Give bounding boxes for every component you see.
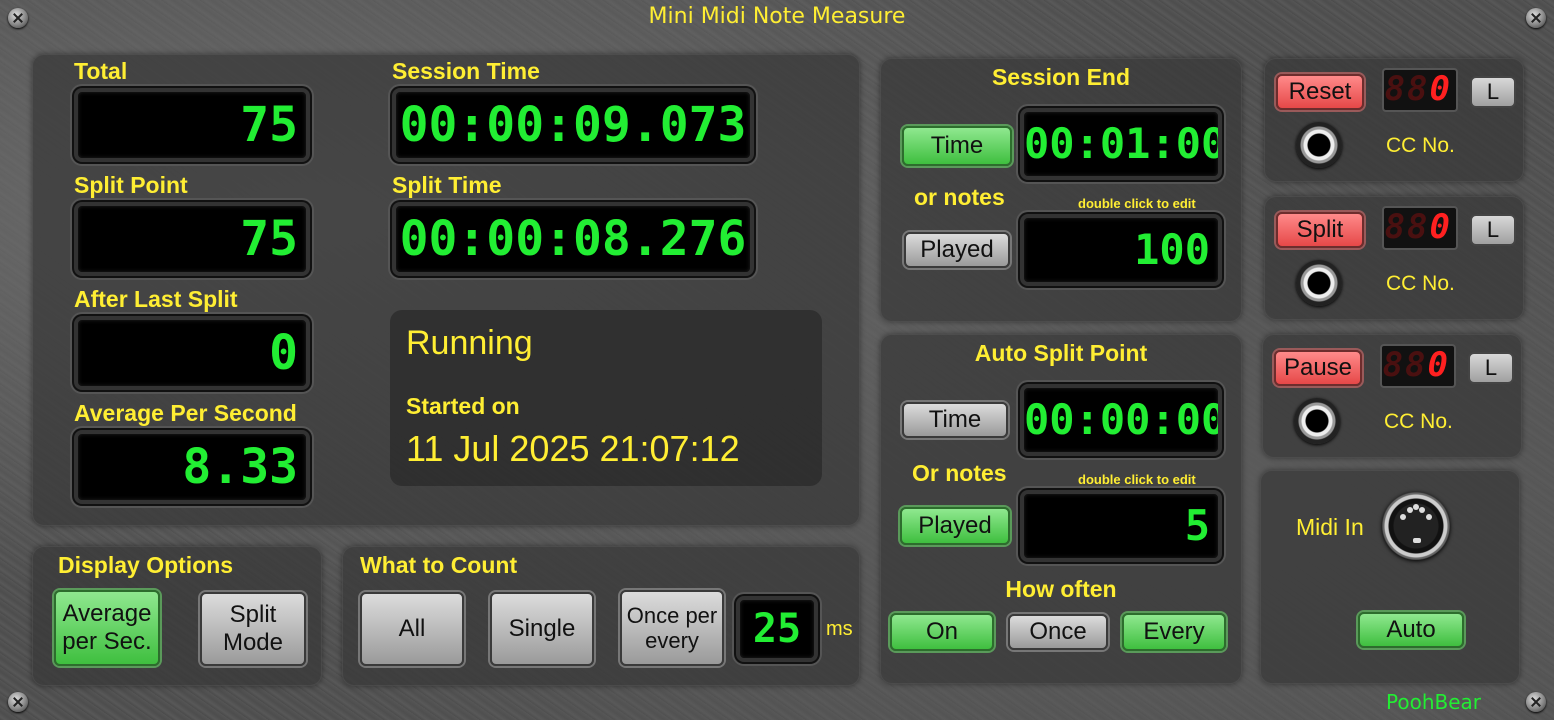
session-end-played-button[interactable]: Played bbox=[904, 232, 1010, 268]
app-title: Mini Midi Note Measure bbox=[648, 4, 906, 29]
auto-split-title: Auto Split Point bbox=[974, 340, 1148, 366]
screw-icon bbox=[8, 8, 28, 28]
split-time-display: 00:00:08.276 bbox=[392, 202, 754, 276]
brand-label: PoohBear bbox=[1386, 690, 1481, 714]
pause-jack-icon[interactable] bbox=[1294, 398, 1340, 444]
split-learn-button[interactable]: L bbox=[1470, 214, 1516, 246]
led-value-digit: 0 bbox=[1429, 69, 1452, 109]
screw-icon bbox=[8, 692, 28, 712]
session-end-hint: double click to edit bbox=[1078, 196, 1196, 211]
led-dim-digits: 88 bbox=[1382, 345, 1428, 385]
led-value-digit: 0 bbox=[1429, 207, 1452, 247]
average-label: Average Per Second bbox=[74, 400, 297, 426]
auto-split-or-notes: Or notes bbox=[912, 460, 1007, 486]
midi-in-label: Midi In bbox=[1296, 514, 1364, 540]
reset-button[interactable]: Reset bbox=[1276, 74, 1364, 110]
total-display: 75 bbox=[74, 88, 310, 162]
session-end-time-display[interactable]: 00:01:00 bbox=[1020, 108, 1222, 180]
split-time-label: Split Time bbox=[392, 172, 502, 198]
pause-button[interactable]: Pause bbox=[1274, 350, 1362, 386]
auto-split-notes-display[interactable]: 5 bbox=[1020, 490, 1222, 562]
pause-cc-display[interactable]: 880 bbox=[1380, 344, 1456, 388]
what-to-count-title: What to Count bbox=[360, 552, 518, 578]
how-often-on-button[interactable]: On bbox=[890, 613, 994, 651]
led-value-digit: 0 bbox=[1427, 345, 1450, 385]
led-dim-digits: 88 bbox=[1384, 207, 1430, 247]
display-options-title: Display Options bbox=[58, 552, 234, 578]
session-end-or-notes: or notes bbox=[914, 184, 1005, 210]
midi-auto-button[interactable]: Auto bbox=[1358, 612, 1464, 648]
auto-split-hint: double click to edit bbox=[1078, 472, 1196, 487]
after-last-split-label: After Last Split bbox=[74, 286, 238, 312]
how-often-once-button[interactable]: Once bbox=[1008, 614, 1108, 650]
average-display: 8.33 bbox=[74, 430, 310, 504]
screw-icon bbox=[1526, 692, 1546, 712]
after-last-split-display: 0 bbox=[74, 316, 310, 390]
single-button[interactable]: Single bbox=[490, 592, 594, 666]
how-often-label: How often bbox=[1005, 576, 1117, 602]
average-per-sec-button[interactable]: Average per Sec. bbox=[54, 590, 160, 666]
split-cc-label: CC No. bbox=[1386, 272, 1455, 295]
total-label: Total bbox=[74, 58, 128, 84]
split-cc-display[interactable]: 880 bbox=[1382, 206, 1458, 250]
split-mode-button[interactable]: Split Mode bbox=[200, 592, 306, 666]
status-text: Running bbox=[406, 324, 533, 362]
session-end-title: Session End bbox=[991, 64, 1131, 90]
led-dim-digits: 88 bbox=[1384, 69, 1430, 109]
midi-din-icon[interactable] bbox=[1382, 492, 1450, 560]
session-end-notes-display[interactable]: 100 bbox=[1020, 214, 1222, 286]
session-time-label: Session Time bbox=[392, 58, 540, 84]
reset-cc-display[interactable]: 880 bbox=[1382, 68, 1458, 112]
session-time-display: 00:00:09.073 bbox=[392, 88, 754, 162]
ms-unit-label: ms bbox=[826, 618, 853, 640]
session-end-time-button[interactable]: Time bbox=[902, 126, 1012, 166]
pause-cc-label: CC No. bbox=[1384, 410, 1453, 433]
all-button[interactable]: All bbox=[360, 592, 464, 666]
once-per-every-button[interactable]: Once per every bbox=[620, 590, 724, 666]
started-on-value: 11 Jul 2025 21:07:12 bbox=[406, 428, 740, 469]
reset-jack-icon[interactable] bbox=[1296, 122, 1342, 168]
split-button[interactable]: Split bbox=[1276, 212, 1364, 248]
how-often-every-button[interactable]: Every bbox=[1122, 613, 1226, 651]
reset-cc-label: CC No. bbox=[1386, 134, 1455, 157]
started-on-label: Started on bbox=[406, 393, 520, 419]
screw-icon bbox=[1526, 8, 1546, 28]
split-jack-icon[interactable] bbox=[1296, 260, 1342, 306]
reset-learn-button[interactable]: L bbox=[1470, 76, 1516, 108]
auto-split-played-button[interactable]: Played bbox=[900, 507, 1010, 545]
auto-split-time-button[interactable]: Time bbox=[902, 402, 1008, 438]
pause-learn-button[interactable]: L bbox=[1468, 352, 1514, 384]
auto-split-time-display[interactable]: 00:00:00 bbox=[1020, 384, 1222, 456]
split-point-label: Split Point bbox=[74, 172, 188, 198]
ms-interval-display[interactable]: 25 bbox=[736, 596, 818, 662]
split-point-display: 75 bbox=[74, 202, 310, 276]
